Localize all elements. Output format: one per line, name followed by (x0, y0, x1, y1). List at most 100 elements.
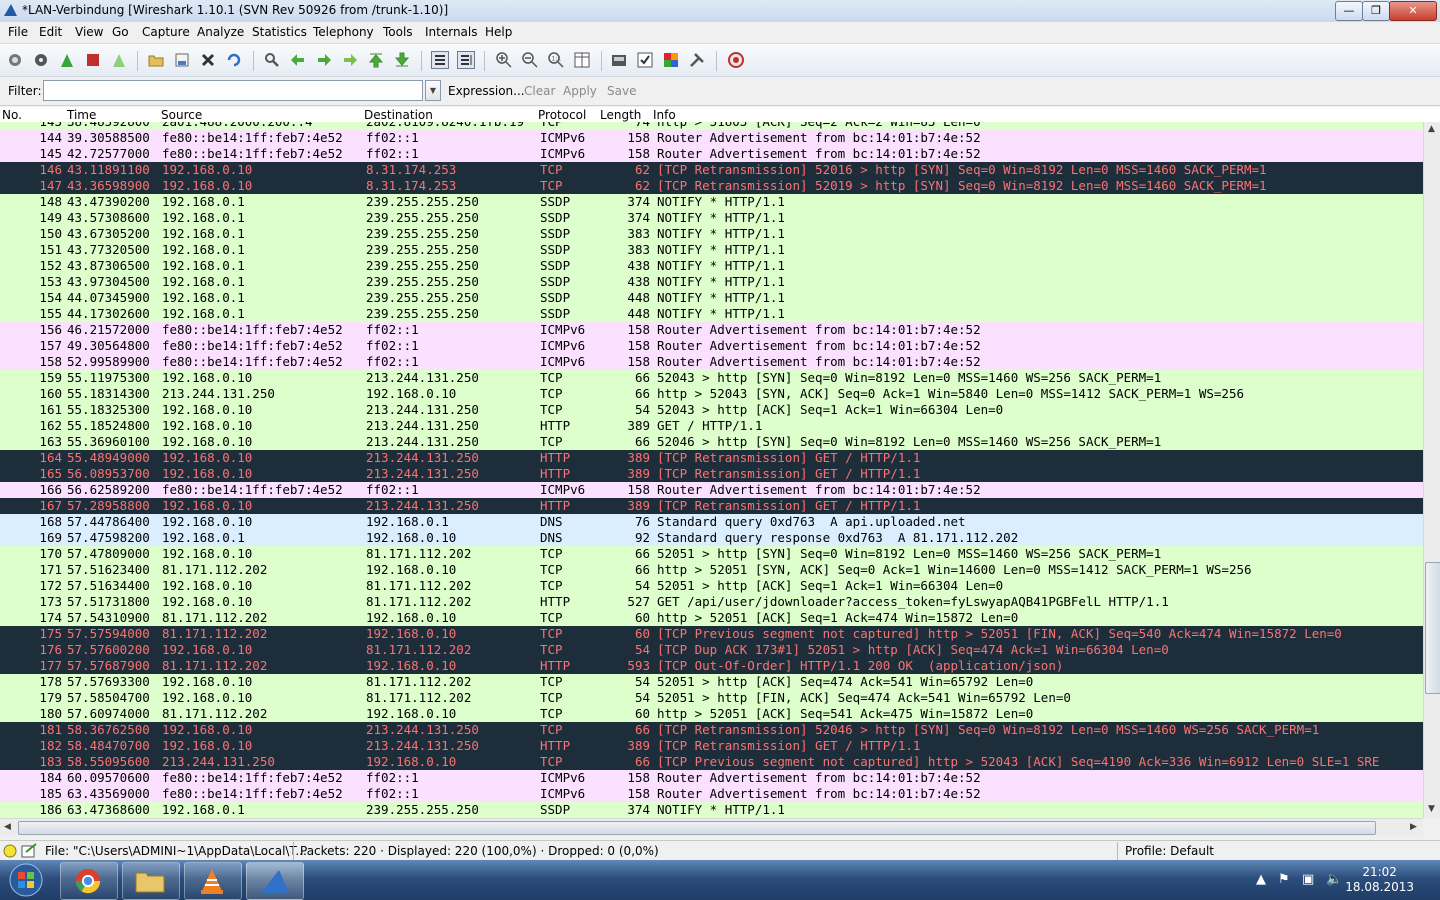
table-row[interactable]: 158 52.99589900 fe80::be14:1ff:feb7:4e52 ff… (0, 354, 1423, 370)
table-row[interactable]: 180 57.60974000 81.171.112.202 192.168.0.10… (0, 706, 1423, 722)
table-row[interactable]: 150 43.67305200 192.168.0.1 239.255.255.250… (0, 226, 1423, 242)
resize-columns-icon[interactable] (574, 52, 590, 68)
minimize-button[interactable]: — (1335, 1, 1363, 21)
zoom-in-icon[interactable] (496, 52, 512, 68)
menu-edit[interactable]: Edit (39, 25, 62, 39)
table-row[interactable]: 174 57.54310900 81.171.112.202 192.168.0.10… (0, 610, 1423, 626)
save-button[interactable]: Save (607, 84, 636, 98)
column-info[interactable]: Info (653, 108, 676, 122)
restart-capture-icon[interactable] (111, 52, 127, 68)
table-row[interactable]: 145 42.72577000 fe80::be14:1ff:feb7:4e52 ff… (0, 146, 1423, 162)
first-packet-icon[interactable] (368, 52, 384, 68)
network-icon[interactable]: ▣ (1302, 872, 1314, 887)
menu-file[interactable]: File (8, 25, 28, 39)
table-row[interactable]: 186 63.47368600 192.168.0.1 239.255.255.250… (0, 802, 1423, 818)
table-row[interactable]: 167 57.28958800 192.168.0.10 213.244.131.25… (0, 498, 1423, 514)
table-row[interactable]: 176 57.57600200 192.168.0.10 81.171.112.202… (0, 642, 1423, 658)
menu-internals[interactable]: Internals (425, 25, 478, 39)
table-row[interactable]: 164 55.48949000 192.168.0.10 213.244.131.25… (0, 450, 1423, 466)
go-forward-icon[interactable] (316, 52, 332, 68)
scroll-up-icon[interactable]: ▲ (1428, 124, 1435, 134)
table-row[interactable]: 165 56.08953700 192.168.0.10 213.244.131.25… (0, 466, 1423, 482)
table-row[interactable]: 173 57.51731800 192.168.0.10 81.171.112.202… (0, 594, 1423, 610)
table-row[interactable]: 146 43.11891100 192.168.0.10 8.31.174.253 TC… (0, 162, 1423, 178)
taskbar-clock[interactable]: 21:02 18.08.2013 (1345, 865, 1414, 895)
coloring-rules-icon[interactable] (663, 52, 679, 68)
scroll-right-icon[interactable]: ▶ (1410, 822, 1417, 832)
table-row[interactable]: 160 55.18314300 213.244.131.250 192.168.0.1… (0, 386, 1423, 402)
table-row[interactable]: 185 63.43569000 fe80::be14:1ff:feb7:4e52 ff… (0, 786, 1423, 802)
table-row[interactable]: 162 55.18524800 192.168.0.10 213.244.131.25… (0, 418, 1423, 434)
start-button-icon[interactable] (6, 862, 46, 898)
zoom-out-icon[interactable] (522, 52, 538, 68)
table-row[interactable]: 169 57.47598200 192.168.0.1 192.168.0.10 DNS… (0, 530, 1423, 546)
close-file-icon[interactable] (200, 52, 216, 68)
close-button[interactable]: ✕ (1389, 1, 1437, 21)
menu-capture[interactable]: Capture (142, 25, 190, 39)
interfaces-icon[interactable] (7, 52, 23, 68)
open-file-icon[interactable] (148, 52, 164, 68)
horizontal-scroll-thumb[interactable] (18, 821, 1376, 835)
vertical-scroll-thumb[interactable] (1425, 562, 1440, 694)
table-row[interactable]: 157 49.30564800 fe80::be14:1ff:feb7:4e52 ff… (0, 338, 1423, 354)
taskbar-chrome[interactable] (60, 862, 118, 900)
menu-tools[interactable]: Tools (383, 25, 413, 39)
table-row[interactable]: 155 44.17302600 192.168.0.1 239.255.255.250… (0, 306, 1423, 322)
horizontal-scrollbar[interactable]: ◀ ▶ (0, 818, 1423, 836)
display-filters-icon[interactable] (637, 52, 653, 68)
column-source[interactable]: Source (161, 108, 202, 122)
table-row[interactable]: 151 43.77320500 192.168.0.1 239.255.255.250… (0, 242, 1423, 258)
auto-scroll-icon[interactable] (457, 51, 475, 69)
find-packet-icon[interactable] (264, 52, 280, 68)
maximize-button[interactable]: ❐ (1362, 1, 1390, 21)
scroll-down-icon[interactable]: ▼ (1428, 804, 1435, 814)
table-row[interactable]: 170 57.47809000 192.168.0.10 81.171.112.202… (0, 546, 1423, 562)
volume-icon[interactable]: 🔈 (1326, 872, 1342, 887)
colorize-icon[interactable] (431, 51, 449, 69)
table-row[interactable]: 175 57.57594000 81.171.112.202 192.168.0.10… (0, 626, 1423, 642)
column-no[interactable]: No. (2, 108, 22, 122)
expert-info-icon[interactable] (3, 844, 17, 858)
taskbar-wireshark[interactable] (246, 862, 304, 900)
table-row[interactable]: 153 43.97304500 192.168.0.1 239.255.255.250… (0, 274, 1423, 290)
table-row[interactable]: 154 44.07345900 192.168.0.1 239.255.255.250… (0, 290, 1423, 306)
table-row[interactable]: 178 57.57693300 192.168.0.10 81.171.112.202… (0, 674, 1423, 690)
filter-dropdown-icon[interactable]: ▼ (425, 80, 441, 101)
table-row[interactable]: 177 57.57687900 81.171.112.202 192.168.0.10… (0, 658, 1423, 674)
table-row[interactable]: 184 60.09570600 fe80::be14:1ff:feb7:4e52 ff… (0, 770, 1423, 786)
preferences-icon[interactable] (689, 52, 705, 68)
table-row[interactable]: 156 46.21572000 fe80::be14:1ff:feb7:4e52 ff… (0, 322, 1423, 338)
capture-filters-icon[interactable] (611, 52, 627, 68)
table-row[interactable]: 161 55.18325300 192.168.0.10 213.244.131.25… (0, 402, 1423, 418)
go-to-packet-icon[interactable] (342, 52, 358, 68)
table-row[interactable]: 183 58.55095600 213.244.131.250 192.168.0.1… (0, 754, 1423, 770)
table-row[interactable]: 182 58.48470700 192.168.0.10 213.244.131.25… (0, 738, 1423, 754)
column-time[interactable]: Time (67, 108, 96, 122)
column-length[interactable]: Length (600, 108, 641, 122)
menu-go[interactable]: Go (112, 25, 129, 39)
options-icon[interactable] (33, 52, 49, 68)
table-row[interactable]: 152 43.87306500 192.168.0.1 239.255.255.250… (0, 258, 1423, 274)
start-capture-icon[interactable] (59, 52, 75, 68)
column-protocol[interactable]: Protocol (538, 108, 586, 122)
menu-telephony[interactable]: Telephony (313, 25, 374, 39)
taskbar-vlc[interactable] (184, 862, 242, 900)
table-row[interactable]: 149 43.57308600 192.168.0.1 239.255.255.250… (0, 210, 1423, 226)
scroll-left-icon[interactable]: ◀ (4, 822, 11, 832)
table-row[interactable]: 163 55.36960100 192.168.0.10 213.244.131.25… (0, 434, 1423, 450)
capture-comment-icon[interactable] (21, 843, 37, 859)
table-row[interactable]: 159 55.11975300 192.168.0.10 213.244.131.25… (0, 370, 1423, 386)
table-row[interactable]: 181 58.36762500 192.168.0.10 213.244.131.25… (0, 722, 1423, 738)
reload-icon[interactable] (226, 52, 242, 68)
help-icon[interactable] (728, 52, 744, 68)
go-back-icon[interactable] (290, 52, 306, 68)
clear-button[interactable]: Clear (524, 84, 555, 98)
menu-analyze[interactable]: Analyze (197, 25, 244, 39)
table-row[interactable]: 144 39.30588500 fe80::be14:1ff:feb7:4e52 ff… (0, 130, 1423, 146)
save-file-icon[interactable] (174, 52, 190, 68)
normal-size-icon[interactable]: 1:1 (548, 52, 564, 68)
stop-capture-icon[interactable] (85, 52, 101, 68)
table-row[interactable]: 168 57.44786400 192.168.0.10 192.168.0.1 DNS… (0, 514, 1423, 530)
last-packet-icon[interactable] (394, 52, 410, 68)
table-row[interactable]: 148 43.47390200 192.168.0.1 239.255.255.250… (0, 194, 1423, 210)
